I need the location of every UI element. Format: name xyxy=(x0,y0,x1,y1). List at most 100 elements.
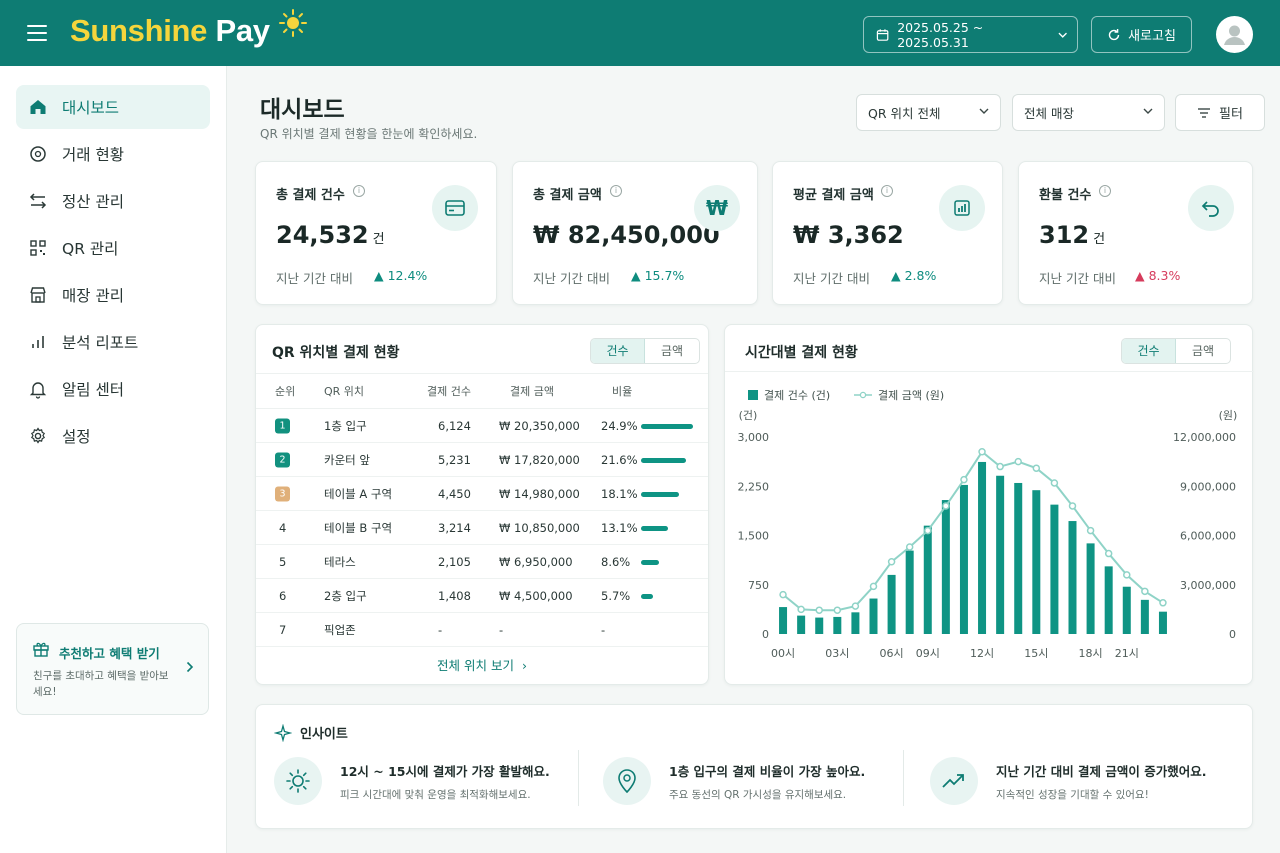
x-tick-label: 00시 xyxy=(771,647,795,660)
kpi-delta: ▲ 15.7% xyxy=(631,268,684,283)
x-tick-label: 06시 xyxy=(880,647,904,660)
amount-cell: ₩ 6,950,000 xyxy=(499,554,573,569)
toggle-amount[interactable]: 금액 xyxy=(1176,339,1230,363)
up-triangle-icon: ▲ xyxy=(374,268,388,283)
rank-value: 7 xyxy=(279,622,287,637)
info-icon[interactable]: i xyxy=(610,185,622,197)
info-icon[interactable]: i xyxy=(1099,185,1111,197)
hourly-chart-toggle: 건수 금액 xyxy=(1121,338,1231,364)
home-icon xyxy=(30,100,46,114)
kpi-title: 평균 결제 금액 xyxy=(793,188,874,203)
sidebar-item-transactions[interactable]: 거래 현황 xyxy=(16,132,210,176)
refresh-label: 새로고침 xyxy=(1128,29,1176,44)
sidebar-item-settlement[interactable]: 정산 관리 xyxy=(16,179,210,223)
qr-location-select[interactable]: QR 위치 전체 xyxy=(856,94,1001,131)
sidebar-item-settings[interactable]: 설정 xyxy=(16,414,210,458)
bar xyxy=(779,607,788,634)
count-cell: 2,105 xyxy=(438,554,471,569)
amount-point xyxy=(996,462,1004,471)
table-row[interactable]: 1 1층 입구 6,124 ₩ 20,350,000 24.9% xyxy=(256,409,708,443)
bar xyxy=(1068,521,1077,634)
see-all-locations-link[interactable]: 전체 위치 보기 › xyxy=(256,655,708,674)
amount-point xyxy=(1141,587,1149,596)
avatar[interactable] xyxy=(1216,16,1253,53)
info-icon[interactable]: i xyxy=(353,185,365,197)
table-row[interactable]: 6 2층 입구 1,408 ₩ 4,500,000 5.7% xyxy=(256,579,708,613)
amount-point xyxy=(960,475,968,484)
amount-point xyxy=(978,448,986,456)
rank-value: 2 xyxy=(275,452,290,467)
page-subtitle: QR 위치별 결제 현황을 한눈에 확인하세요. xyxy=(260,127,478,141)
table-row[interactable]: 2 카운터 앞 5,231 ₩ 17,820,000 21.6% xyxy=(256,443,708,477)
qr-location-select-value: QR 위치 전체 xyxy=(868,106,941,121)
amount-point xyxy=(887,558,896,566)
main-content: 대시보드 QR 위치별 결제 현황을 한눈에 확인하세요. QR 위치 전체 전… xyxy=(227,66,1280,853)
kpi-value-number: ₩ 82,450,000 xyxy=(533,221,720,249)
brand-logo: Sunshine Pay xyxy=(70,13,270,49)
ratio-bar xyxy=(641,559,659,565)
bar xyxy=(1104,566,1113,634)
ratio-cell: 8.6% xyxy=(601,554,631,569)
amount-cell: ₩ 20,350,000 xyxy=(499,418,580,433)
location-cell: 카운터 앞 xyxy=(324,452,370,467)
toggle-count[interactable]: 건수 xyxy=(591,339,645,363)
kpi-card-total-count: 총 결제 건수 i 24,532 건 지난 기간 대비 ▲ 12.4% xyxy=(255,161,497,305)
sidebar-item-dashboard[interactable]: 대시보드 xyxy=(16,85,210,129)
date-range-picker[interactable]: 2025.05.25 ~ 2025.05.31 xyxy=(863,16,1078,53)
bar xyxy=(1140,599,1149,634)
amount-point xyxy=(942,502,950,510)
amount-point xyxy=(779,590,787,599)
column-header: QR 위치 xyxy=(324,385,365,398)
sidebar-item-label: 설정 xyxy=(62,428,91,446)
insight-title: 12시 ~ 15시에 결제가 가장 활발해요. xyxy=(340,764,550,779)
table-row[interactable]: 4 테이블 B 구역 3,214 ₩ 10,850,000 13.1% xyxy=(256,511,708,545)
left-axis-unit: (건) xyxy=(739,409,758,422)
location-cell: 2층 입구 xyxy=(324,588,367,603)
bar xyxy=(1122,586,1131,634)
sidebar-item-notifications[interactable]: 알림 센터 xyxy=(16,367,210,411)
kpi-title: 환불 건수 xyxy=(1039,188,1092,203)
x-tick-label: 18시 xyxy=(1079,647,1103,660)
hourly-chart-svg: (건) (원) 3,000 2,250 1,500 750 0 12,000,000 9,000… xyxy=(738,409,1238,660)
rank-value: 5 xyxy=(279,554,287,569)
sidebar-item-qr[interactable]: QR 관리 xyxy=(16,226,210,270)
bar xyxy=(851,612,860,634)
kpi-compare-label: 지난 기간 대비 xyxy=(533,271,610,286)
filter-label: 필터 xyxy=(1219,107,1243,122)
insight-title: 1층 입구의 결제 비율이 가장 높아요. xyxy=(669,764,866,779)
count-cell: 3,214 xyxy=(438,520,471,535)
refresh-button[interactable]: 새로고침 xyxy=(1091,16,1192,53)
amount-point xyxy=(797,605,805,614)
table-row[interactable]: 7 픽업존 - - - xyxy=(256,613,708,647)
store-select-value: 전체 매장 xyxy=(1024,106,1074,121)
referral-promo-card[interactable]: 추천하고 혜택 받기 친구를 초대하고 혜택을 받아보세요! xyxy=(16,623,209,715)
amount-point xyxy=(924,526,932,535)
menu-icon[interactable] xyxy=(27,25,47,41)
brand-name-part2: Pay xyxy=(215,13,270,48)
toggle-amount[interactable]: 금액 xyxy=(645,339,699,363)
left-tick-label: 0 xyxy=(762,628,769,641)
up-triangle-icon: ▲ xyxy=(891,268,905,283)
table-row[interactable]: 5 테라스 2,105 ₩ 6,950,000 8.6% xyxy=(256,545,708,579)
sidebar-item-store[interactable]: 매장 관리 xyxy=(16,273,210,317)
rank-value: 3 xyxy=(275,486,290,501)
toggle-count[interactable]: 건수 xyxy=(1122,339,1176,363)
ratio-cell: 13.1% xyxy=(601,520,638,535)
insight-title: 지난 기간 대비 결제 금액이 증가했어요. xyxy=(996,764,1207,779)
store-select[interactable]: 전체 매장 xyxy=(1012,94,1165,131)
hourly-payment-chart-card: 시간대별 결제 현황 건수 금액 결제 건수 (건) 결제 금액 (원) (건)… xyxy=(724,324,1254,685)
page-title: 대시보드 xyxy=(260,97,345,123)
qr-table-title: QR 위치별 결제 현황 xyxy=(272,345,400,361)
qr-code-icon xyxy=(30,240,46,256)
sidebar-item-reports[interactable]: 분석 리포트 xyxy=(16,320,210,364)
info-icon[interactable]: i xyxy=(881,185,893,197)
ratio-cell: 5.7% xyxy=(601,588,631,603)
chevron-down-icon xyxy=(1058,32,1067,38)
table-header: 순위 QR 위치 결제 건수 결제 금액 비율 xyxy=(256,373,708,409)
filter-button[interactable]: 필터 xyxy=(1175,94,1265,131)
kpi-value: 312 건 xyxy=(1039,221,1105,249)
left-tick-label: 1,500 xyxy=(738,530,770,543)
table-row[interactable]: 3 테이블 A 구역 4,450 ₩ 14,980,000 18.1% xyxy=(256,477,708,511)
sidebar-item-label: 정산 관리 xyxy=(62,193,124,211)
kpi-delta: ▲ 2.8% xyxy=(891,268,936,283)
